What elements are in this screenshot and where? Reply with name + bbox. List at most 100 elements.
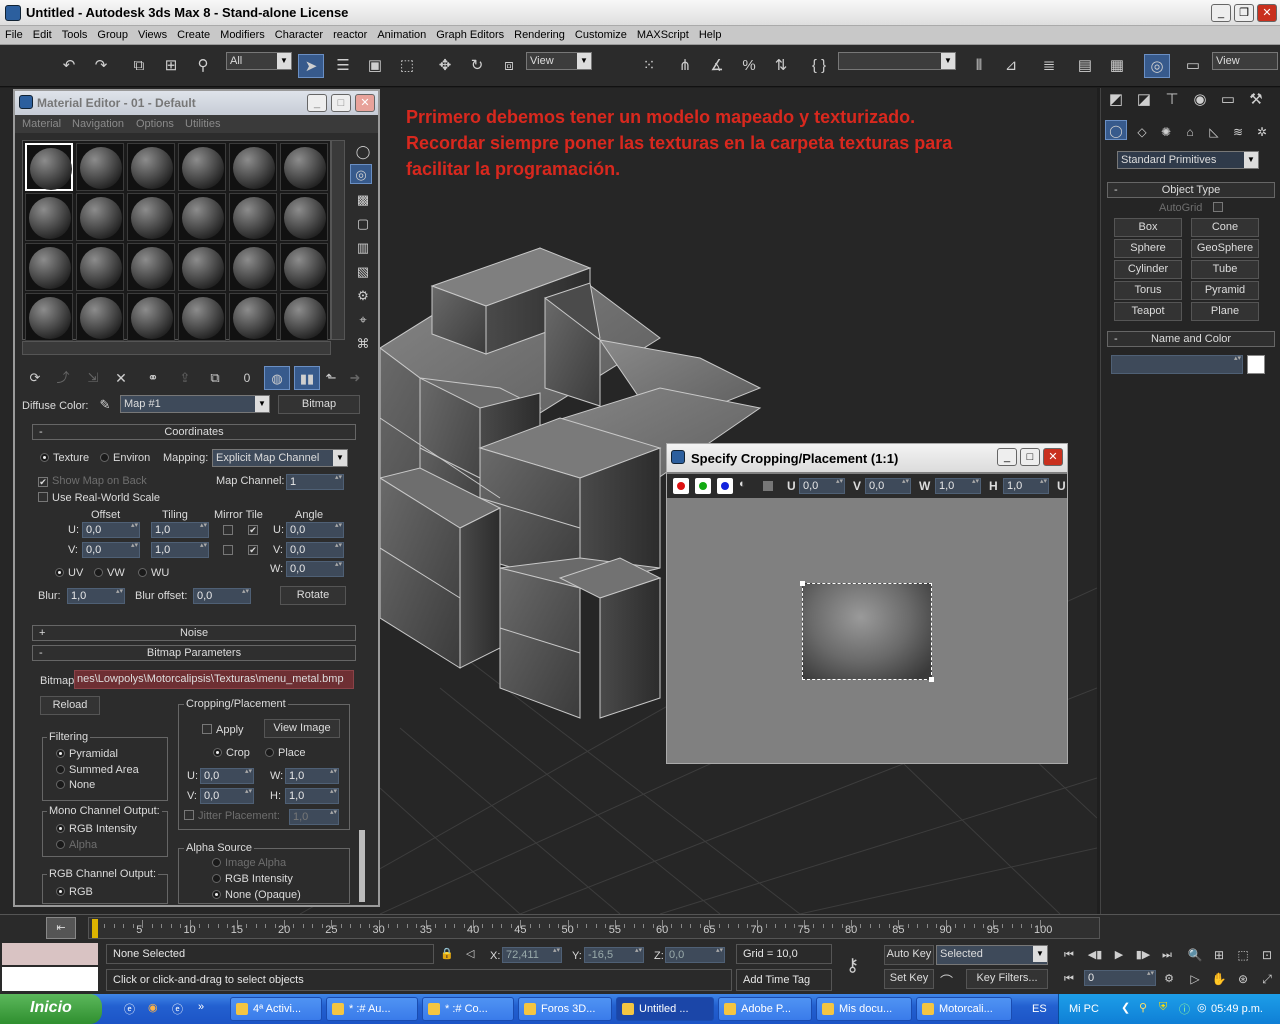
sample-slot[interactable] — [25, 243, 73, 291]
crop-radio[interactable]: Crop — [213, 747, 250, 759]
make-preview-icon[interactable]: ▧ — [350, 260, 376, 284]
quicklaunch-more-icon[interactable]: » — [198, 1001, 204, 1013]
go-forward-sibling-icon[interactable]: ➜ — [342, 366, 368, 390]
autogrid-checkbox[interactable] — [1213, 202, 1223, 212]
sample-slot[interactable] — [229, 193, 277, 241]
options-icon[interactable]: ⚙ — [350, 284, 376, 308]
menu-create[interactable]: Create — [172, 26, 215, 41]
zoom-extents-all-icon[interactable]: ⊡ — [1254, 943, 1280, 967]
reset-map-icon[interactable]: ✕ — [108, 366, 134, 390]
background-icon[interactable]: ▩ — [350, 188, 376, 212]
wu-radio[interactable]: WU — [138, 567, 169, 579]
quicklaunch-ie-icon[interactable]: ⓔ — [124, 1001, 135, 1017]
pan-icon[interactable]: ✋ — [1206, 967, 1232, 991]
mono-alpha-radio[interactable]: Alpha — [56, 839, 97, 851]
tray-shield-icon[interactable]: ⛨ — [1159, 1001, 1167, 1014]
menu-customize[interactable]: Customize — [570, 26, 632, 41]
monochrome-icon[interactable] — [763, 481, 773, 491]
align-icon[interactable]: ⊿ — [998, 54, 1024, 78]
sample-slot[interactable] — [178, 143, 226, 191]
red-channel-toggle[interactable] — [673, 478, 689, 494]
tube-button[interactable]: Tube — [1191, 260, 1259, 279]
bitmap-parameters-rollout[interactable]: - Bitmap Parameters — [32, 645, 356, 661]
v-mirror-checkbox[interactable] — [223, 545, 233, 555]
mated-menu-material[interactable]: Material — [22, 118, 61, 130]
maxscript-input-mini[interactable] — [2, 967, 98, 991]
crop-minimize-button[interactable]: _ — [997, 448, 1017, 466]
mono-rgb-intensity-radio[interactable]: RGB Intensity — [56, 823, 137, 835]
key-mode-dropdown[interactable]: Selected ▼ — [936, 945, 1048, 965]
coordinates-rollout[interactable]: - Coordinates — [32, 424, 356, 440]
menu-views[interactable]: Views — [133, 26, 172, 41]
environ-radio[interactable]: Environ — [100, 452, 150, 464]
motion-tab-icon[interactable]: ◉ — [1187, 88, 1213, 112]
spinner-snap-icon[interactable]: ⇅ — [768, 54, 794, 78]
sample-slot[interactable] — [76, 243, 124, 291]
jitter-placement-spinner[interactable]: 1,0 — [289, 809, 339, 825]
rectangular-selection-icon[interactable]: ▣ — [362, 54, 388, 78]
menu-graph-editors[interactable]: Graph Editors — [431, 26, 509, 41]
menu-rendering[interactable]: Rendering — [509, 26, 570, 41]
u-tiling-spinner[interactable]: 1,0 — [151, 522, 209, 538]
time-slider-handle[interactable] — [92, 919, 98, 938]
pick-material-icon[interactable]: ✎ — [92, 393, 118, 417]
sample-slot[interactable] — [229, 143, 277, 191]
make-unique-icon[interactable]: ⚭ — [140, 366, 166, 390]
teapot-button[interactable]: Teapot — [1114, 302, 1182, 321]
material-id-field[interactable]: 0 — [234, 366, 260, 390]
sample-slot[interactable] — [25, 193, 73, 241]
jitter-placement-checkbox[interactable]: Jitter Placement: — [184, 810, 280, 822]
zoom-icon[interactable]: 🔍 — [1182, 943, 1208, 967]
play-icon[interactable]: ▶ — [1106, 943, 1132, 967]
use-real-world-scale-checkbox[interactable]: Use Real-World Scale — [38, 492, 160, 504]
crop-toolbar-w-spinner[interactable]: 1,0 — [935, 478, 981, 494]
object-type-rollout[interactable]: - Object Type — [1107, 182, 1275, 198]
bitmap-crop-preview[interactable] — [800, 581, 934, 682]
alpha-rgb-intensity-radio[interactable]: RGB Intensity — [212, 873, 293, 885]
video-color-check-icon[interactable]: ▥ — [350, 236, 376, 260]
scale-icon[interactable]: ⧈ — [496, 54, 522, 78]
filter-none-radio[interactable]: None — [56, 779, 95, 791]
sample-slots-hscrollbar[interactable] — [22, 341, 331, 355]
put-material-icon[interactable]: ⤴ — [50, 366, 76, 390]
space-warps-icon[interactable]: ≋ — [1225, 120, 1251, 144]
none-opaque-radio[interactable]: None (Opaque) — [212, 889, 301, 901]
crop-v-spinner[interactable]: 0,0 — [200, 788, 254, 804]
assign-material-icon[interactable]: ⇲ — [80, 366, 106, 390]
key-mode-toggle-icon[interactable]: ⏮ — [1056, 967, 1082, 991]
blur-spinner[interactable]: 1,0 — [67, 588, 125, 604]
time-ruler[interactable]: 5 10 15 20 25 30 35 40 45 50 55 60 65 70 75 80 85 90 95 100 — [88, 917, 1100, 939]
sample-slot[interactable] — [229, 293, 277, 341]
previous-frame-icon[interactable]: ◀▮ — [1082, 943, 1108, 967]
link-icon[interactable]: ⧉ — [126, 54, 152, 78]
sample-slot[interactable] — [280, 293, 328, 341]
mated-menu-options[interactable]: Options — [136, 118, 174, 130]
texture-radio[interactable]: Texture — [40, 452, 89, 464]
crop-close-button[interactable]: ✕ — [1043, 448, 1063, 466]
task-item[interactable]: Motorcali... — [916, 997, 1012, 1021]
sample-slot[interactable] — [280, 243, 328, 291]
field-of-view-icon[interactable]: ▷ — [1182, 967, 1208, 991]
mirror-icon[interactable]: ⫴ — [966, 54, 992, 78]
cameras-icon[interactable]: ⌂ — [1177, 120, 1203, 144]
view-image-button[interactable]: View Image — [264, 719, 340, 738]
sample-slot[interactable] — [25, 293, 73, 341]
mated-rollout-scrollbar[interactable] — [359, 830, 365, 902]
box-button[interactable]: Box — [1114, 218, 1182, 237]
render-view-dropdown[interactable]: View — [1212, 52, 1278, 70]
modify-tab-icon[interactable]: ◪ — [1131, 88, 1157, 112]
rotate-icon[interactable]: ↻ — [464, 54, 490, 78]
select-object-icon[interactable]: ➤ — [298, 54, 324, 78]
sphere-button[interactable]: Sphere — [1114, 239, 1182, 258]
menu-reactor[interactable]: reactor — [328, 26, 372, 41]
v-tile-checkbox[interactable]: ✔ — [248, 545, 258, 555]
reload-button[interactable]: Reload — [40, 696, 100, 715]
alpha-channel-icon[interactable]: ◐ — [739, 478, 746, 490]
render-scene-icon[interactable]: ▭ — [1180, 54, 1206, 78]
selection-filter-dropdown[interactable]: All ▼ — [226, 52, 292, 70]
v-angle-spinner[interactable]: 0,0 — [286, 542, 344, 558]
angle-snap-icon[interactable]: ∡ — [704, 54, 730, 78]
crop-toolbar-u-spinner[interactable]: 0,0 — [799, 478, 845, 494]
go-to-end-icon[interactable]: ⏭ — [1154, 943, 1180, 967]
auto-key-button[interactable]: Auto Key — [884, 945, 934, 965]
